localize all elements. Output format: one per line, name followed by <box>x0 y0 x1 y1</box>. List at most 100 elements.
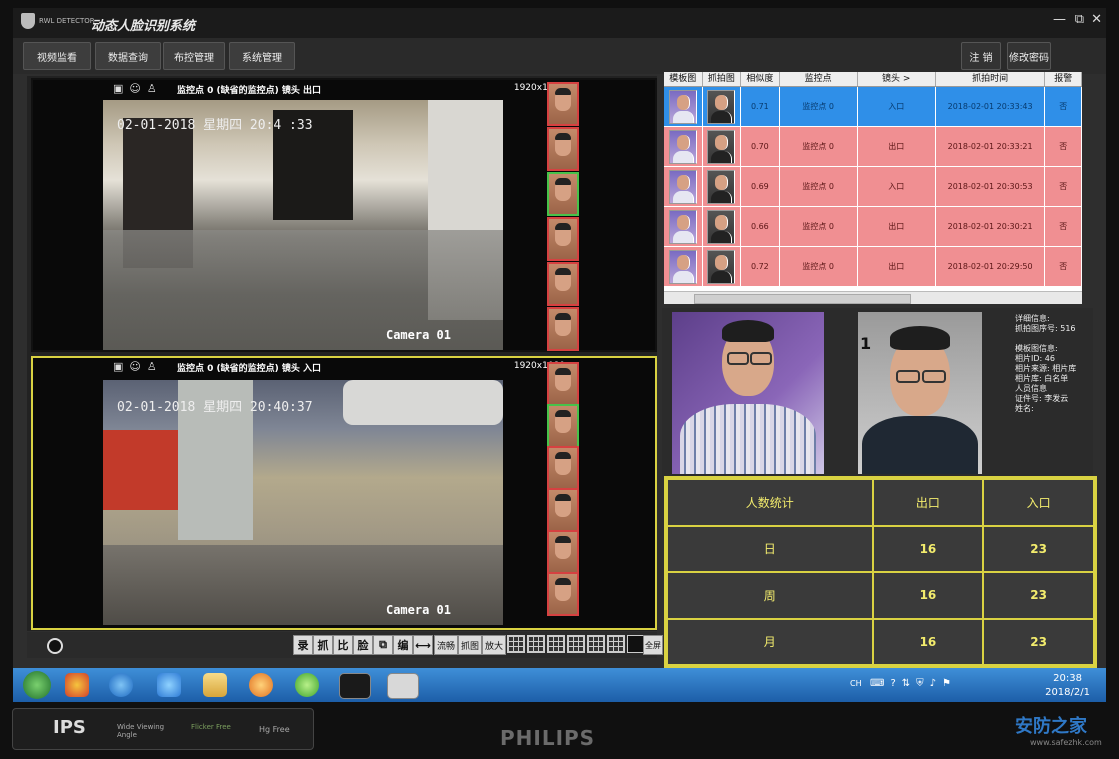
template-image <box>668 209 697 244</box>
volume-icon[interactable]: ♪ <box>930 678 936 689</box>
capture-thumbnail[interactable] <box>547 446 579 490</box>
clock[interactable]: 20:38 2018/2/1 <box>1045 672 1090 700</box>
layout-custom-icon[interactable] <box>607 635 625 653</box>
table-row[interactable]: 0.71 监控点 0 入口 2018-02-01 20:33:43 否 <box>664 87 1082 127</box>
point-cell: 监控点 0 <box>780 167 858 206</box>
lens-cell: 出口 <box>858 207 936 246</box>
scrollbar-thumb[interactable] <box>694 294 911 304</box>
pane-label: 监控点 0 (缺省的监控点) 镜头 出口 <box>177 86 322 96</box>
column-header[interactable]: 模板图 <box>664 72 703 86</box>
template-image <box>668 129 697 164</box>
capture-thumbnail[interactable] <box>547 488 579 532</box>
table-row[interactable]: 0.70 监控点 0 出口 2018-02-01 20:33:21 否 <box>664 127 1082 167</box>
capture-image <box>707 89 736 124</box>
media-player-icon[interactable] <box>249 673 273 697</box>
stats-exit-value: 16 <box>871 524 985 573</box>
record-icon[interactable] <box>47 638 63 654</box>
clapper-icon[interactable] <box>387 673 419 699</box>
stats-entry-value: 23 <box>982 524 1095 573</box>
ie-icon[interactable] <box>109 673 133 697</box>
monitor: RWL DETECTOR 动态人脸识别系统 — ⧉ ✕ 视频监看 数据查询 布控… <box>0 0 1119 759</box>
flag-icon[interactable]: ⚑ <box>942 678 951 689</box>
browser-icon[interactable] <box>157 673 181 697</box>
terminal-icon[interactable] <box>339 673 371 699</box>
detail-line: 相片库: 白名单 <box>1015 374 1069 383</box>
similarity-cell: 0.66 <box>741 207 780 246</box>
maximize-icon[interactable]: ⧉ <box>1075 12 1084 27</box>
refresh-app-icon[interactable] <box>295 673 319 697</box>
people-count-stats: 人数统计 出口 入口 日 16 23 周 16 23 月 16 23 <box>664 476 1097 668</box>
close-icon[interactable]: ✕ <box>1091 12 1102 27</box>
column-header[interactable]: 监控点 <box>780 72 858 86</box>
layout-4-icon[interactable] <box>527 635 545 653</box>
input-language[interactable]: CH <box>850 679 862 688</box>
layout-1-icon[interactable] <box>507 635 525 653</box>
capture-thumbnail[interactable] <box>547 172 579 216</box>
help-icon[interactable]: ? <box>890 678 895 689</box>
minimize-icon[interactable]: — <box>1053 12 1066 27</box>
alarm-cell: 否 <box>1045 127 1082 166</box>
column-header[interactable]: 报警 <box>1045 72 1082 86</box>
capture-thumbnail[interactable] <box>547 572 579 616</box>
shield-tray-icon[interactable]: ⛨ <box>916 678 924 689</box>
detail-line: 相片来源: 相片库 <box>1015 364 1077 373</box>
copy-button[interactable]: ⧉ <box>373 635 393 655</box>
tab-system-management[interactable]: 系统管理 <box>229 42 295 70</box>
stats-header: 出口 <box>871 478 985 527</box>
table-row[interactable]: 0.69 监控点 0 入口 2018-02-01 20:30:53 否 <box>664 167 1082 207</box>
capture-thumbnail[interactable] <box>547 404 579 448</box>
camera-icon: ▣ <box>113 360 124 373</box>
smooth-button[interactable]: 流畅 <box>434 635 458 655</box>
keyboard-icon[interactable]: ⌨ <box>870 678 884 689</box>
tab-deploy-control[interactable]: 布控管理 <box>163 42 225 70</box>
compare-button[interactable]: 比 <box>333 635 353 655</box>
table-row[interactable]: 0.72 监控点 0 出口 2018-02-01 20:29:50 否 <box>664 247 1082 287</box>
folder-icon[interactable] <box>203 673 227 697</box>
layout-9-icon[interactable] <box>547 635 565 653</box>
logout-button[interactable]: 注 销 <box>961 42 1001 70</box>
capture-thumbnail[interactable] <box>547 262 579 306</box>
stats-header-row: 人数统计 出口 入口 <box>666 478 1095 527</box>
capture-thumbnail[interactable] <box>547 217 579 261</box>
logo-text: RWL DETECTOR <box>39 17 95 25</box>
column-header[interactable]: 镜头 > <box>858 72 936 86</box>
column-header[interactable]: 相似度 <box>741 72 780 86</box>
change-password-button[interactable]: 修改密码 <box>1007 42 1051 70</box>
video-pane-exit[interactable]: ▣ ☺ ♙ 监控点 0 (缺省的监控点) 镜头 出口 1920x1080 02-… <box>31 78 657 352</box>
app-icon[interactable] <box>65 673 89 697</box>
face-button[interactable]: 脸 <box>353 635 373 655</box>
layout-25-icon[interactable] <box>587 635 605 653</box>
video-pane-entry[interactable]: ▣ ☺ ♙ 监控点 0 (缺省的监控点) 镜头 入口 1920x1080 02-… <box>31 356 657 630</box>
badge-ips: IPS <box>53 717 86 738</box>
detail-line: 证件号: 李发云 <box>1015 394 1069 403</box>
capture-thumbnail[interactable] <box>547 127 579 171</box>
horizontal-scrollbar[interactable] <box>664 291 1082 304</box>
snapshot-button[interactable]: 抓图 <box>458 635 482 655</box>
capture-button[interactable]: 抓 <box>313 635 333 655</box>
capture-thumbnail[interactable] <box>547 307 579 351</box>
column-header[interactable]: 抓拍时间 <box>936 72 1046 86</box>
detail-line: 模板图信息: <box>1015 344 1058 353</box>
network-icon[interactable]: ⇅ <box>902 678 910 689</box>
detail-line: 姓名: <box>1015 404 1034 413</box>
table-row[interactable]: 0.66 监控点 0 出口 2018-02-01 20:30:21 否 <box>664 207 1082 247</box>
feed-camera-name: Camera 01 <box>385 603 451 617</box>
tab-video-monitor[interactable]: 视频监看 <box>23 42 91 70</box>
stats-label: 周 <box>666 571 874 620</box>
zoom-button[interactable]: 放大 <box>482 635 506 655</box>
capture-thumbnail[interactable] <box>547 82 579 126</box>
capture-thumbnail[interactable] <box>547 530 579 574</box>
layout-16-icon[interactable] <box>567 635 585 653</box>
fullscreen-button[interactable]: 全屏 <box>643 635 663 655</box>
edit-button[interactable]: 编 <box>393 635 413 655</box>
capture-image <box>707 249 736 284</box>
column-header[interactable]: 抓拍图 <box>703 72 742 86</box>
capture-thumbnail[interactable] <box>547 362 579 406</box>
record-button[interactable]: 录 <box>293 635 313 655</box>
pane-label: 监控点 0 (缺省的监控点) 镜头 入口 <box>177 364 322 374</box>
start-button[interactable] <box>23 671 51 699</box>
stats-entry-value: 23 <box>982 617 1095 666</box>
feature-badges: IPS Wide Viewing Angle Flicker Free Hg F… <box>12 708 314 750</box>
swap-button[interactable]: ⟷ <box>413 635 433 655</box>
tab-data-query[interactable]: 数据查询 <box>95 42 161 70</box>
